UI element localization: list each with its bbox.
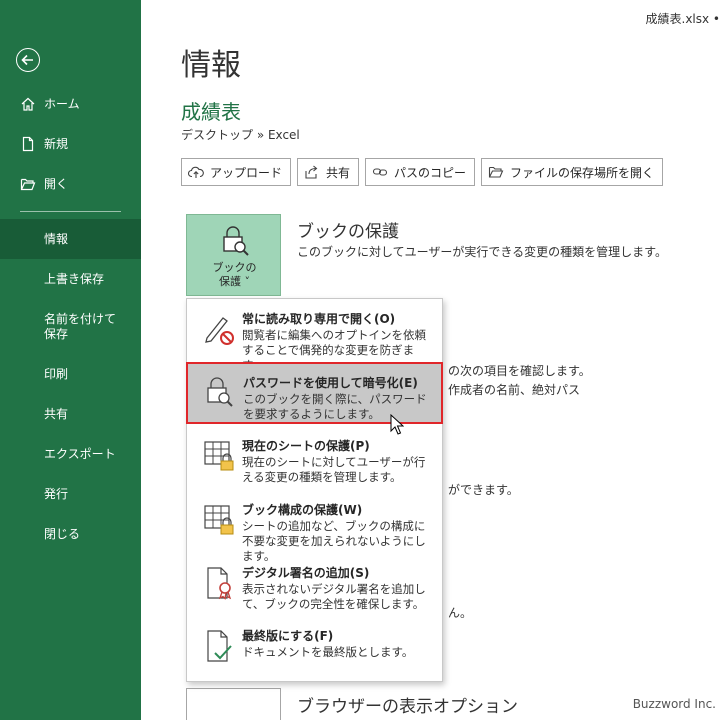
sidebar-item-info[interactable]: 情報 [0, 219, 141, 259]
inspect-text-fragment: の次の項目を確認します。 [448, 364, 591, 378]
upload-button[interactable]: アップロード [181, 158, 292, 186]
document-check-icon [207, 630, 232, 662]
share-button[interactable]: 共有 [297, 158, 360, 186]
link-icon [372, 168, 388, 176]
sidebar-divider [20, 211, 121, 212]
menu-item-mark-as-final[interactable]: 最終版にする(F) ドキュメントを最終版とします。 [187, 617, 442, 679]
browser-section-title: ブラウザーの表示オプション [297, 697, 518, 717]
info-actions-bar: アップロード 共有 パスのコピー ファイルの保存場所を開く [181, 158, 664, 186]
protect-workbook-button[interactable]: ブックの 保護 ˅ [186, 214, 281, 296]
folder-icon [488, 166, 504, 178]
protect-section-description: このブックに対してユーザーが実行できる変更の種類を管理します。 [297, 245, 667, 259]
sidebar-item-save[interactable]: 上書き保存 [0, 271, 141, 287]
cloud-upload-icon [188, 166, 204, 178]
sidebar-item-publish[interactable]: 発行 [0, 486, 141, 502]
lock-search-icon [223, 226, 249, 256]
sidebar-item-label: 名前を付けて保存 [44, 312, 117, 341]
upload-label: アップロード [210, 165, 283, 180]
back-arrow-icon[interactable] [16, 48, 40, 72]
share-icon [305, 165, 318, 179]
menu-item-description: 表示されないデジタル署名を追加して、ブックの完全性を確保します。 [242, 582, 426, 611]
sidebar-item-print[interactable]: 印刷 [0, 366, 141, 382]
window-file-name: 成績表.xlsx • [645, 12, 721, 26]
protect-workbook-label: ブックの 保護 ˅ [187, 261, 282, 289]
sidebar-item-label: 開く [44, 177, 69, 191]
open-file-location-label: ファイルの保存場所を開く [510, 165, 655, 180]
sidebar-item-new[interactable]: 新規 [0, 136, 141, 152]
menu-item-description: このブックを開く際に、パスワードを要求するようにします。 [243, 392, 427, 421]
sidebar-item-export[interactable]: エクスポート [0, 446, 141, 462]
sidebar-item-label: 共有 [44, 407, 69, 421]
sidebar-item-label: ホーム [44, 97, 80, 111]
menu-item-encrypt-with-password[interactable]: パスワードを使用して暗号化(E) このブックを開く際に、パスワードを要求するよう… [186, 362, 443, 424]
sidebar-item-open[interactable]: 開く [0, 176, 141, 192]
sidebar-item-save-as[interactable]: 名前を付けて保存 [0, 312, 141, 344]
open-file-location-button[interactable]: ファイルの保存場所を開く [481, 158, 664, 186]
sidebar-item-label: 上書き保存 [44, 272, 105, 286]
lock-search-icon [207, 377, 233, 407]
watermark: Buzzword Inc. [632, 697, 716, 711]
protect-section-title: ブックの保護 [297, 222, 399, 242]
copy-path-label: パスのコピー [394, 165, 467, 180]
menu-item-protect-workbook-structure[interactable]: ブック構成の保護(W) シートの追加など、ブックの構成に不要な変更を加えられない… [187, 491, 442, 563]
menu-item-always-read-only[interactable]: 常に読み取り専用で開く(O) 閲覧者に編集へのオプトインを依頼することで偶発的な… [187, 300, 442, 372]
copy-path-button[interactable]: パスのコピー [365, 158, 476, 186]
menu-item-title: デジタル署名の追加(S) [242, 566, 370, 580]
page-title: 情報 [181, 48, 241, 83]
sidebar-item-share[interactable]: 共有 [0, 406, 141, 422]
versions-text-fragment: ができます。 [448, 483, 519, 497]
mouse-cursor-icon [390, 414, 404, 435]
pencil-prohibited-icon [205, 317, 234, 345]
sheet-lock-icon [204, 441, 234, 471]
sidebar-item-label: 印刷 [44, 367, 69, 381]
menu-item-title: 最終版にする(F) [242, 629, 334, 643]
browser-text-fragment: ん。 [448, 606, 473, 620]
menu-item-title: パスワードを使用して暗号化(E) [243, 376, 418, 390]
document-title: 成績表 [181, 100, 241, 124]
sidebar-item-label: 情報 [44, 232, 69, 246]
sidebar-item-label: エクスポート [44, 447, 116, 461]
menu-item-description: 現在のシートに対してユーザーが行える変更の種類を管理します。 [242, 455, 426, 484]
share-label: 共有 [326, 165, 351, 180]
menu-item-title: 常に読み取り専用で開く(O) [242, 312, 396, 326]
menu-item-protect-sheet[interactable]: 現在のシートの保護(P) 現在のシートに対してユーザーが行える変更の種類を管理し… [187, 427, 442, 489]
workbook-lock-icon [204, 505, 234, 535]
sidebar-item-close[interactable]: 閉じる [0, 526, 141, 542]
menu-item-add-digital-signature[interactable]: デジタル署名の追加(S) 表示されないデジタル署名を追加して、ブックの完全性を確… [187, 554, 442, 616]
protect-label-line2: 保護 ˅ [219, 275, 250, 288]
sidebar-item-label: 閉じる [44, 527, 81, 541]
inspect-text-fragment: 作成者の名前、絶対パス [448, 383, 581, 397]
home-icon [20, 96, 36, 112]
new-document-icon [20, 136, 36, 152]
menu-item-description: ドキュメントを最終版とします。 [242, 645, 414, 659]
protect-label-line1: ブックの [212, 261, 257, 274]
sidebar-item-label: 発行 [44, 487, 69, 501]
document-path: デスクトップ » Excel [181, 128, 300, 142]
menu-item-title: 現在のシートの保護(P) [242, 439, 370, 453]
sidebar-item-label: 新規 [44, 137, 69, 151]
sidebar-item-home[interactable]: ホーム [0, 96, 141, 112]
protect-workbook-menu: 常に読み取り専用で開く(O) 閲覧者に編集へのオプトインを依頼することで偶発的な… [186, 298, 443, 682]
backstage-sidebar: ホーム 新規 開く 情報 上書き保存 名前を付けて保存 印刷 共有 エクスポート… [0, 0, 141, 720]
browser-view-options-button[interactable] [186, 688, 281, 720]
menu-item-title: ブック構成の保護(W) [242, 503, 363, 517]
certificate-ribbon-icon [207, 567, 232, 600]
folder-open-icon [20, 176, 36, 192]
